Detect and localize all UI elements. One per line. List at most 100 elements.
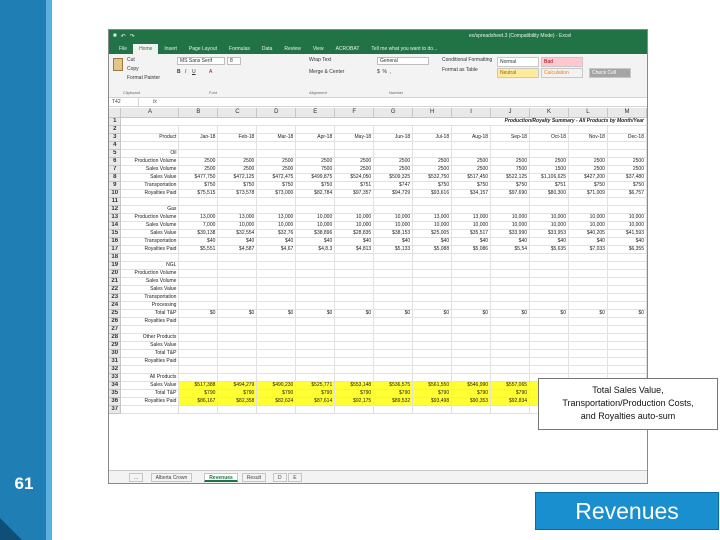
- row-header[interactable]: 25: [109, 309, 122, 318]
- data-cell[interactable]: $82,784: [295, 189, 336, 198]
- data-cell[interactable]: [256, 141, 297, 150]
- data-cell[interactable]: [451, 325, 492, 334]
- data-cell[interactable]: 2500: [217, 165, 258, 174]
- data-cell[interactable]: [217, 301, 258, 310]
- column-header[interactable]: H: [412, 108, 453, 118]
- data-cell[interactable]: $790: [412, 389, 453, 398]
- data-cell[interactable]: $40: [295, 237, 336, 246]
- redo-icon[interactable]: ↷: [130, 33, 135, 40]
- data-cell[interactable]: [529, 293, 569, 302]
- data-cell[interactable]: [529, 317, 569, 326]
- data-cell[interactable]: [490, 125, 531, 134]
- column-header[interactable]: J: [490, 108, 531, 118]
- row-label-cell[interactable]: Sales Value: [120, 381, 180, 390]
- data-cell[interactable]: [256, 125, 297, 134]
- row-label-cell[interactable]: Royalties Paid: [120, 189, 180, 198]
- data-cell[interactable]: [412, 357, 453, 366]
- data-cell[interactable]: [490, 293, 531, 302]
- data-cell[interactable]: [217, 125, 258, 134]
- data-cell[interactable]: Oct-18: [529, 133, 569, 142]
- data-cell[interactable]: [529, 205, 569, 214]
- font-color-icon[interactable]: A: [209, 69, 212, 75]
- data-cell[interactable]: [256, 253, 297, 262]
- data-cell[interactable]: 13,000: [178, 213, 219, 222]
- data-cell[interactable]: [178, 125, 219, 134]
- data-cell[interactable]: [490, 285, 531, 294]
- data-cell[interactable]: [529, 277, 569, 286]
- data-cell[interactable]: Jul-18: [412, 133, 453, 142]
- ribbon-tab[interactable]: View: [307, 44, 330, 54]
- data-cell[interactable]: [373, 373, 414, 382]
- data-cell[interactable]: [490, 365, 531, 374]
- data-cell[interactable]: [529, 325, 569, 334]
- data-cell[interactable]: [178, 293, 219, 302]
- data-cell[interactable]: [295, 197, 336, 206]
- data-cell[interactable]: [256, 261, 297, 270]
- data-cell[interactable]: $40: [529, 237, 569, 246]
- style-normal[interactable]: Normal: [497, 57, 539, 67]
- data-cell[interactable]: 10,000: [217, 221, 258, 230]
- data-cell[interactable]: [568, 325, 608, 334]
- data-cell[interactable]: [295, 285, 336, 294]
- data-cell[interactable]: [529, 301, 569, 310]
- data-cell[interactable]: 10,000: [490, 213, 531, 222]
- format-painter-button[interactable]: Format Painter: [127, 75, 160, 81]
- data-cell[interactable]: [295, 269, 336, 278]
- data-cell[interactable]: [178, 301, 219, 310]
- data-cell[interactable]: 2500: [295, 157, 336, 166]
- data-cell[interactable]: $93,616: [412, 189, 453, 198]
- italic-button[interactable]: I: [185, 69, 186, 75]
- row-label-cell[interactable]: Total T&P: [120, 309, 180, 318]
- data-cell[interactable]: $40: [373, 237, 414, 246]
- data-cell[interactable]: 2500: [529, 157, 569, 166]
- data-cell[interactable]: $472,125: [217, 173, 258, 182]
- data-cell[interactable]: $750: [607, 181, 647, 190]
- data-cell[interactable]: [529, 197, 569, 206]
- data-cell[interactable]: 10,000: [373, 213, 414, 222]
- sheet-tab[interactable]: ...: [129, 473, 144, 482]
- data-cell[interactable]: [295, 293, 336, 302]
- data-cell[interactable]: [334, 405, 375, 414]
- data-cell[interactable]: $33,953: [529, 229, 569, 238]
- data-cell[interactable]: [412, 277, 453, 286]
- data-cell[interactable]: $427,200: [568, 173, 608, 182]
- data-cell[interactable]: [412, 405, 453, 414]
- data-cell[interactable]: [568, 333, 608, 342]
- data-cell[interactable]: [373, 333, 414, 342]
- ribbon-tab[interactable]: Tell me what you want to do...: [365, 44, 443, 54]
- data-cell[interactable]: [529, 285, 569, 294]
- data-cell[interactable]: $28,835: [334, 229, 375, 238]
- data-cell[interactable]: 10,000: [607, 221, 647, 230]
- data-cell[interactable]: [295, 357, 336, 366]
- data-cell[interactable]: 2500: [334, 165, 375, 174]
- data-cell[interactable]: [607, 269, 647, 278]
- data-cell[interactable]: [334, 333, 375, 342]
- data-cell[interactable]: [373, 197, 414, 206]
- data-cell[interactable]: [295, 205, 336, 214]
- data-cell[interactable]: 10,000: [451, 221, 492, 230]
- data-cell[interactable]: [451, 293, 492, 302]
- data-cell[interactable]: [256, 317, 297, 326]
- data-cell[interactable]: $94,729: [373, 189, 414, 198]
- data-cell[interactable]: [217, 373, 258, 382]
- data-cell[interactable]: $747: [373, 181, 414, 190]
- data-cell[interactable]: [373, 341, 414, 350]
- row-header[interactable]: 11: [109, 197, 122, 206]
- data-cell[interactable]: $4,8.3: [295, 245, 336, 254]
- data-cell[interactable]: $553,148: [334, 381, 375, 390]
- data-cell[interactable]: $790: [178, 389, 219, 398]
- data-cell[interactable]: [295, 141, 336, 150]
- data-cell[interactable]: [568, 357, 608, 366]
- data-cell[interactable]: [412, 197, 453, 206]
- data-cell[interactable]: [490, 197, 531, 206]
- data-cell[interactable]: $750: [412, 181, 453, 190]
- data-cell[interactable]: $790: [490, 389, 531, 398]
- data-cell[interactable]: [178, 285, 219, 294]
- row-header[interactable]: 23: [109, 293, 122, 302]
- sheet-tab[interactable]: Result: [241, 473, 266, 482]
- data-cell[interactable]: $0: [256, 309, 297, 318]
- data-cell[interactable]: [490, 405, 531, 414]
- data-cell[interactable]: 13,000: [412, 213, 453, 222]
- data-cell[interactable]: [334, 325, 375, 334]
- data-cell[interactable]: $92,834: [490, 397, 531, 406]
